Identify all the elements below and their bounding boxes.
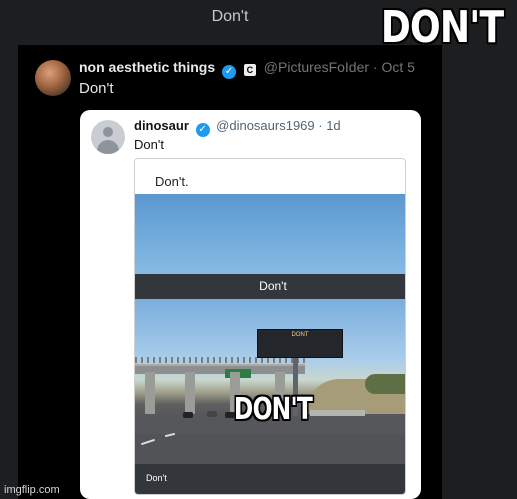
- watermark: imgflip.com: [4, 484, 60, 496]
- billboard: DONT: [257, 329, 343, 358]
- quoted-tweet-text: Don't: [134, 137, 164, 152]
- embedded-image[interactable]: Don't. Don't DONT DON'T Don't: [134, 158, 406, 495]
- display-name[interactable]: non aesthetic things: [79, 59, 215, 75]
- trees: [365, 374, 405, 394]
- verified-badge-icon: ✓: [195, 123, 210, 137]
- quoted-display-name[interactable]: dinosaur: [134, 118, 189, 133]
- handle-date[interactable]: @PicturesFoIder · Oct 5: [264, 59, 415, 75]
- embedded-caption: Don't.: [155, 174, 189, 189]
- bottom-banner: Don't: [135, 464, 405, 494]
- sky-strip: [135, 194, 405, 274]
- default-avatar-icon[interactable]: [91, 120, 125, 154]
- quoted-tweet-header: dinosaur ✓ @dinosaurs1969 · 1d: [134, 118, 341, 137]
- tweet-text: Don't: [79, 80, 114, 97]
- quoted-tweet-card[interactable]: dinosaur ✓ @dinosaurs1969 · 1d Don't Don…: [80, 110, 421, 499]
- verified-badge-icon: ✓: [222, 65, 237, 79]
- top-banner: Don't: [135, 274, 405, 299]
- affiliate-badge-icon: C: [243, 64, 256, 76]
- bottom-banner-text: Don't: [146, 473, 167, 483]
- quoted-handle-date[interactable]: @dinosaurs1969 · 1d: [216, 118, 341, 133]
- overlay-text: DON'T: [233, 392, 313, 427]
- billboard-text: DONT: [291, 332, 309, 338]
- outer-tweet: non aesthetic things ✓ C @PicturesFoIder…: [18, 45, 442, 499]
- road-foreground: [135, 434, 405, 464]
- overpass-pier: [145, 372, 155, 414]
- tweet-header: non aesthetic things ✓ C @PicturesFoIder…: [79, 59, 415, 79]
- avatar[interactable]: [35, 60, 71, 96]
